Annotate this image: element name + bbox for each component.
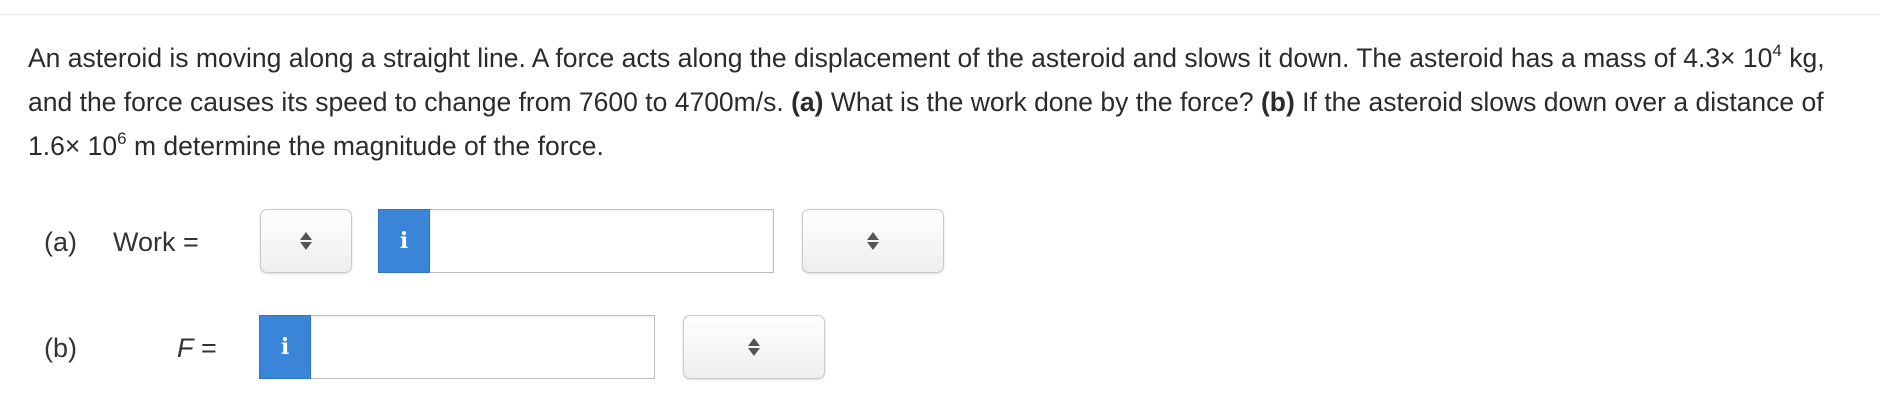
info-icon[interactable]: i <box>378 209 430 273</box>
part-b-label: (b) <box>44 333 77 363</box>
select-arrows-icon <box>867 232 879 250</box>
question-text-part: An asteroid is moving along a straight l… <box>28 43 1773 73</box>
distance-exponent: 6 <box>117 129 127 148</box>
part-a-label: (a) <box>44 227 77 257</box>
force-answer-input[interactable] <box>311 315 655 379</box>
answer-row-b: (b) F = i <box>0 315 1880 381</box>
mass-exponent: 4 <box>1772 41 1782 60</box>
part-b-marker: (b) <box>1260 87 1295 117</box>
top-divider <box>0 14 1880 15</box>
answer-row-a: (a) Work = i <box>0 209 1880 275</box>
question-text-part: m determine the magnitude of the force. <box>126 131 604 161</box>
sign-select[interactable] <box>260 209 352 273</box>
work-answer-input[interactable] <box>430 209 774 273</box>
work-label: Work = <box>113 227 199 257</box>
select-arrows-icon <box>300 232 312 250</box>
work-unit-select[interactable] <box>802 209 944 273</box>
force-equals: = <box>193 333 217 363</box>
part-a-marker: (a) <box>791 87 824 117</box>
select-arrows-icon <box>748 338 760 356</box>
force-label: F = <box>177 331 217 365</box>
info-icon[interactable]: i <box>259 315 311 379</box>
force-symbol: F <box>177 333 194 363</box>
force-unit-select[interactable] <box>683 315 825 379</box>
question-text: An asteroid is moving along a straight l… <box>28 36 1868 168</box>
question-text-part: What is the work done by the force? <box>823 87 1261 117</box>
